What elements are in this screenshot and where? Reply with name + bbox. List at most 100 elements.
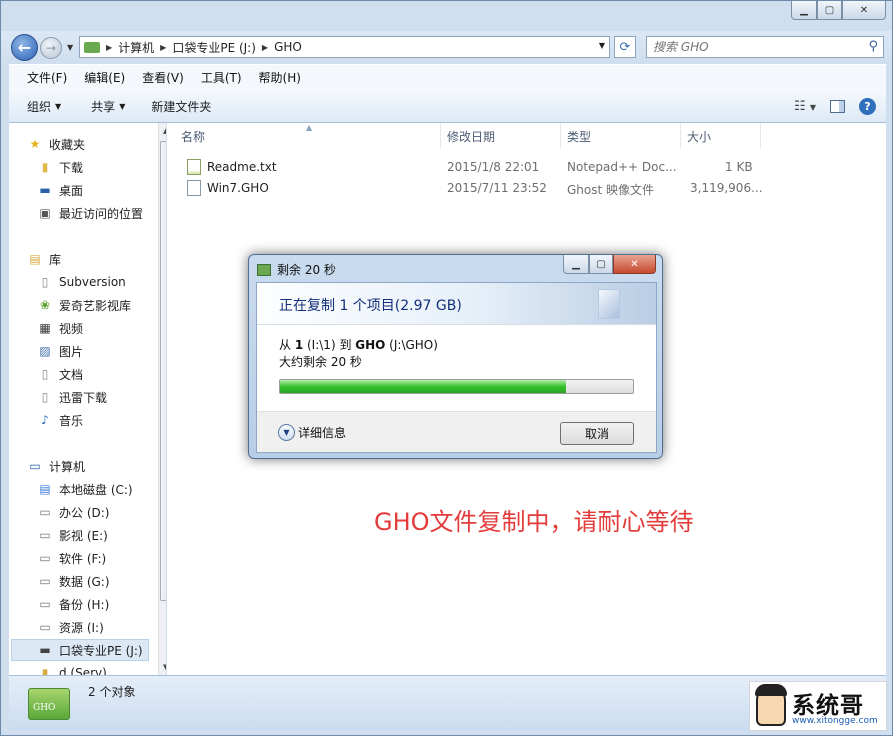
star-icon: ★ <box>29 137 41 151</box>
menu-tools[interactable]: 工具(T) <box>201 69 242 86</box>
nav-favorites[interactable]: ★ 收藏夹 <box>27 133 85 155</box>
recent-places-icon: ▣ <box>39 206 51 220</box>
nav-item-label: 影视 (E:) <box>59 528 108 543</box>
chevron-right-icon[interactable]: ▶ <box>262 43 268 52</box>
chevron-right-icon[interactable]: ▶ <box>160 43 166 52</box>
nav-item-label: 办公 (D:) <box>59 505 110 520</box>
nav-libraries-label: 库 <box>49 252 62 267</box>
file-date: 2015/7/11 23:52 <box>447 181 547 195</box>
scroll-thumb[interactable] <box>160 141 166 601</box>
dialog-close-button[interactable]: ✕ <box>613 255 656 274</box>
help-icon[interactable]: ? <box>859 98 876 115</box>
progress-fill <box>280 380 566 393</box>
column-type[interactable]: 类型 <box>561 123 681 149</box>
scroll-up-icon[interactable]: ▲ <box>163 127 166 135</box>
nav-item-pictures[interactable]: ▨ 图片 <box>37 340 83 362</box>
back-button[interactable]: ← <box>11 34 38 61</box>
search-icon[interactable]: ⚲ <box>868 39 878 54</box>
nav-item-label: 备份 (H:) <box>59 597 110 612</box>
maximize-button[interactable]: ▢ <box>817 1 842 20</box>
drive-icon: ▭ <box>39 528 51 542</box>
nav-item-music[interactable]: ♪ 音乐 <box>37 409 83 431</box>
dialog-minimize-button[interactable]: ▁ <box>563 255 589 274</box>
menu-view[interactable]: 查看(V) <box>142 69 184 86</box>
nav-computer-label: 计算机 <box>49 459 86 474</box>
dialog-maximize-button[interactable]: ▢ <box>589 255 613 274</box>
preview-pane-icon[interactable] <box>830 100 845 113</box>
nav-drive-f[interactable]: ▭ 软件 (F:) <box>37 547 106 569</box>
view-options-icon[interactable]: ☷ ▼ <box>794 99 816 114</box>
column-date[interactable]: 修改日期 <box>441 123 561 149</box>
music-icon: ♪ <box>41 413 49 427</box>
drive-icon: ▭ <box>39 620 51 634</box>
nav-item-videos[interactable]: ▦ 视频 <box>37 317 83 339</box>
dialog-header: 正在复制 1 个项目(2.97 GB) <box>257 283 656 325</box>
close-button[interactable]: ✕ <box>842 1 886 20</box>
share-button[interactable]: 共享 ▼ <box>91 98 125 115</box>
more-details-label: 详细信息 <box>298 426 347 440</box>
column-size[interactable]: 大小 <box>681 123 761 149</box>
breadcrumb-drive[interactable]: 口袋专业PE (J:) <box>172 39 256 56</box>
menu-help[interactable]: 帮助(H) <box>259 69 301 86</box>
ghost-file-icon <box>187 180 201 196</box>
nav-item-xunlei[interactable]: ▯ 迅雷下载 <box>37 386 107 408</box>
nav-drive-h[interactable]: ▭ 备份 (H:) <box>37 593 109 615</box>
explorer-window: ▁ ▢ ✕ ← → ▼ ▶ 计算机 ▶ 口袋专业PE (J:) ▶ GHO ▼ … <box>0 0 893 736</box>
nav-item-label: 迅雷下载 <box>59 390 108 405</box>
video-icon: ▦ <box>39 321 51 335</box>
copy-icon <box>257 263 271 276</box>
source-name[interactable]: 1 <box>295 338 303 352</box>
file-row[interactable]: Readme.txt 2015/1/8 22:01 Notepad++ Doc.… <box>181 157 881 177</box>
nav-item-recent[interactable]: ▣ 最近访问的位置 <box>37 202 143 224</box>
usb-drive-icon: ▬ <box>39 643 51 657</box>
column-name[interactable]: 名称 <box>175 123 441 149</box>
nav-drive-e[interactable]: ▭ 影视 (E:) <box>37 524 108 546</box>
nav-item-subversion[interactable]: ▯ Subversion <box>37 271 126 293</box>
forward-button[interactable]: → <box>40 37 62 59</box>
chevron-right-icon[interactable]: ▶ <box>106 43 112 52</box>
new-folder-button[interactable]: 新建文件夹 <box>151 98 211 115</box>
dropdown-arrow-icon: ▼ <box>119 101 126 111</box>
minimize-button[interactable]: ▁ <box>791 1 817 20</box>
file-row[interactable]: Win7.GHO 2015/7/11 23:52 Ghost 映像文件 3,11… <box>181 178 881 198</box>
nav-scrollbar[interactable]: ▲ ▼ <box>158 123 166 675</box>
nav-network-serv[interactable]: ▮ d (Serv) <box>37 662 107 675</box>
search-box[interactable]: ⚲ <box>646 36 884 58</box>
search-input[interactable] <box>653 40 853 54</box>
nav-drive-c[interactable]: ▤ 本地磁盘 (C:) <box>37 478 132 500</box>
library-icon: ▤ <box>29 252 41 266</box>
nav-drive-g[interactable]: ▭ 数据 (G:) <box>37 570 110 592</box>
nav-item-label: 数据 (G:) <box>59 574 110 589</box>
menu-file[interactable]: 文件(F) <box>27 69 67 86</box>
breadcrumb-folder[interactable]: GHO <box>274 40 302 54</box>
nav-drive-j[interactable]: ▬ 口袋专业PE (J:) <box>11 639 149 661</box>
download-folder-icon: ▮ <box>41 160 49 174</box>
history-dropdown-icon[interactable]: ▼ <box>67 43 73 52</box>
address-bar[interactable]: ▶ 计算机 ▶ 口袋专业PE (J:) ▶ GHO ▼ <box>79 36 610 58</box>
scroll-down-icon[interactable]: ▼ <box>163 663 166 671</box>
nav-item-label: d (Serv) <box>59 666 107 675</box>
nav-item-label: 最近访问的位置 <box>59 206 144 221</box>
nav-computer[interactable]: ▭ 计算机 <box>27 455 85 477</box>
nav-drive-i[interactable]: ▭ 资源 (I:) <box>37 616 103 638</box>
file-name: Readme.txt <box>207 160 277 174</box>
nav-libraries[interactable]: ▤ 库 <box>27 248 61 270</box>
nav-drive-d[interactable]: ▭ 办公 (D:) <box>37 501 109 523</box>
nav-item-label: 口袋专业PE (J:) <box>59 643 143 658</box>
refresh-icon[interactable]: ⟳ <box>614 36 636 58</box>
breadcrumb-computer[interactable]: 计算机 <box>118 39 154 56</box>
destination-name[interactable]: GHO <box>355 338 385 352</box>
mascot-icon <box>755 684 787 726</box>
address-dropdown-icon[interactable]: ▼ <box>599 41 605 50</box>
more-details-button[interactable]: ▼ 详细信息 <box>278 424 346 441</box>
dialog-body: 正在复制 1 个项目(2.97 GB) 从 1 (I:\1) 到 GHO (J:… <box>256 282 657 453</box>
cancel-button[interactable]: 取消 <box>560 422 634 445</box>
copy-progress-dialog: 剩余 20 秒 ▁ ▢ ✕ 正在复制 1 个项目(2.97 GB) 从 1 (I… <box>248 254 663 459</box>
nav-item-documents[interactable]: ▯ 文档 <box>37 363 83 385</box>
organize-button[interactable]: 组织 ▼ <box>27 98 61 115</box>
from-label: 从 <box>279 338 295 352</box>
nav-item-desktop[interactable]: ▬ 桌面 <box>37 179 83 201</box>
nav-item-downloads[interactable]: ▮ 下载 <box>37 156 83 178</box>
nav-item-iqiyi[interactable]: ❀ 爱奇艺影视库 <box>37 294 131 316</box>
menu-edit[interactable]: 编辑(E) <box>84 69 125 86</box>
